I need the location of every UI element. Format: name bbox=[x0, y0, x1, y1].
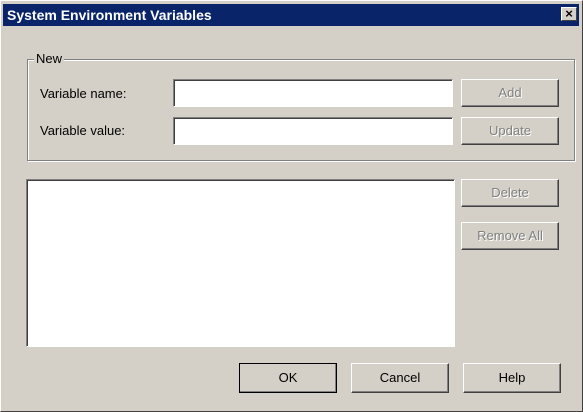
variable-name-input[interactable] bbox=[173, 79, 453, 107]
new-variable-groupbox bbox=[27, 59, 575, 161]
add-button[interactable]: Add bbox=[461, 79, 559, 107]
title-bar[interactable]: System Environment Variables × bbox=[3, 4, 579, 26]
close-icon[interactable]: × bbox=[561, 7, 577, 21]
cancel-button[interactable]: Cancel bbox=[351, 363, 449, 393]
help-button[interactable]: Help bbox=[463, 363, 561, 393]
delete-button[interactable]: Delete bbox=[461, 179, 559, 207]
remove-all-button[interactable]: Remove All bbox=[461, 222, 559, 250]
update-button[interactable]: Update bbox=[461, 117, 559, 145]
new-group-legend: New bbox=[34, 51, 65, 67]
window-title: System Environment Variables bbox=[7, 7, 212, 23]
variable-value-label: Variable value: bbox=[40, 123, 126, 138]
ok-button[interactable]: OK bbox=[239, 363, 337, 393]
variables-listbox[interactable] bbox=[26, 179, 455, 347]
variable-name-label: Variable name: bbox=[40, 86, 127, 101]
environment-variables-dialog: System Environment Variables × New Varia… bbox=[0, 0, 583, 412]
variable-value-input[interactable] bbox=[173, 117, 453, 145]
